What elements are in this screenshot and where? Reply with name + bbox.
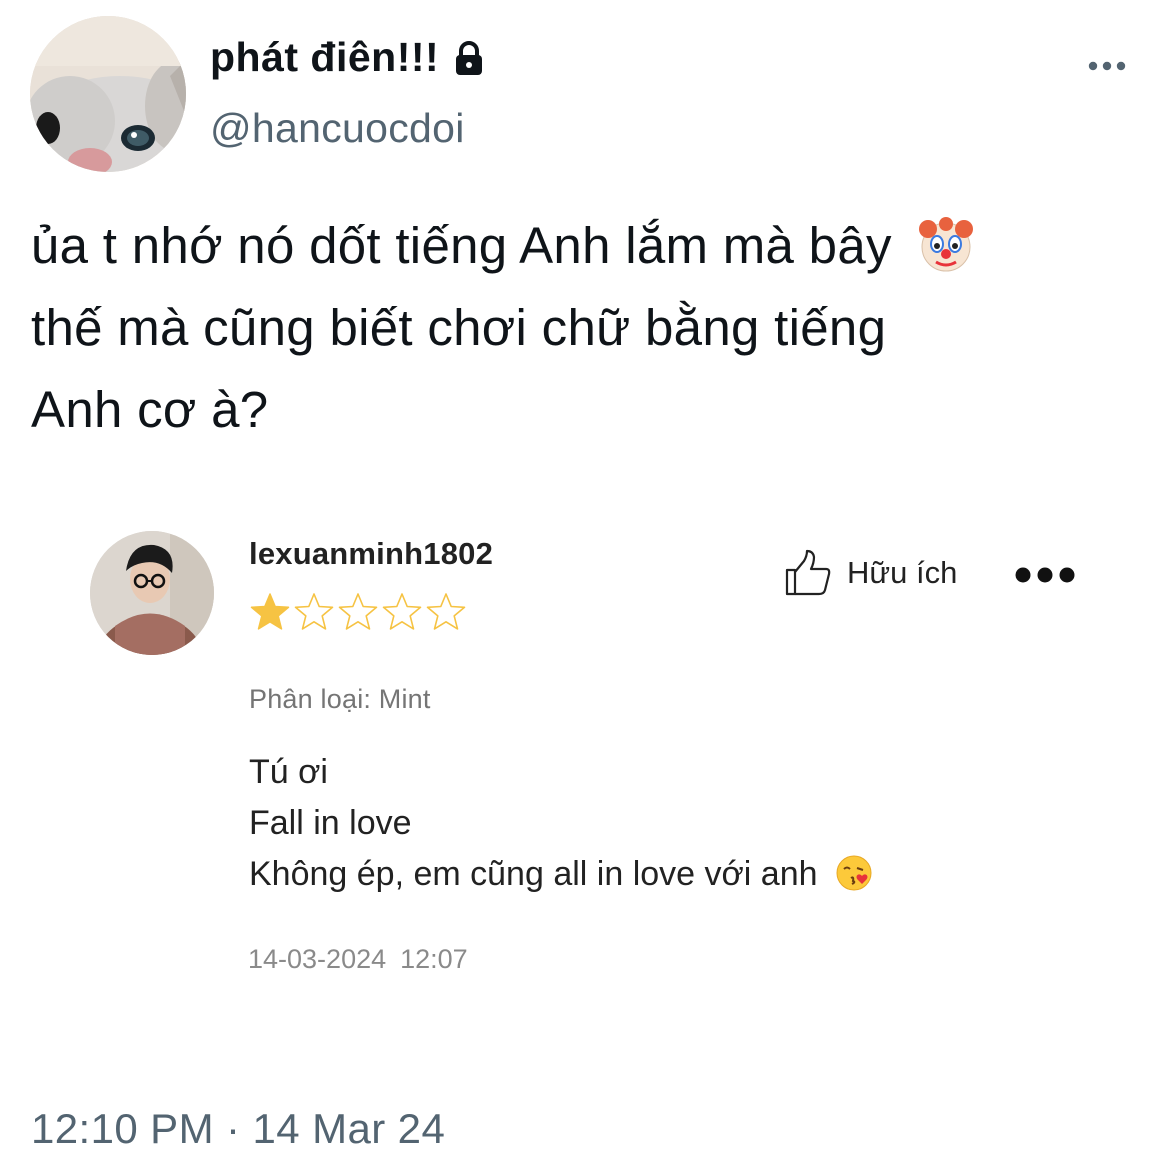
face-blowing-kiss-emoji bbox=[836, 855, 872, 891]
lock-icon bbox=[456, 40, 483, 75]
review-datetime: 14-03-2024 12:07 bbox=[248, 944, 468, 975]
star-empty-icon bbox=[382, 593, 422, 630]
star-filled-icon bbox=[250, 593, 290, 630]
review-body: Tú ơi Fall in love Không ép, em cũng all… bbox=[249, 747, 873, 900]
helpful-button: Hữu ích bbox=[783, 548, 957, 598]
cat-avatar-image bbox=[30, 16, 186, 172]
helpful-label: Hữu ích bbox=[847, 555, 958, 590]
reviewer-avatar-image bbox=[90, 531, 214, 655]
review-body-line-3: Không ép, em cũng all in love với anh bbox=[249, 849, 873, 900]
tweet-text-line-1: ủa t nhớ nó dốt tiếng Anh lắm mà bây bbox=[31, 205, 1151, 287]
review-variant: Phân loại: Mint bbox=[249, 684, 431, 714]
clown-face-emoji bbox=[919, 216, 974, 272]
review-avatar bbox=[90, 531, 214, 655]
tweet-text: ủa t nhớ nó dốt tiếng Anh lắm mà bây thế… bbox=[31, 205, 1151, 451]
review-username: lexuanminh1802 bbox=[249, 536, 494, 571]
review-body-line-1: Tú ơi bbox=[249, 753, 328, 791]
display-name-row[interactable]: phát điên!!! bbox=[210, 34, 489, 81]
review-body-line-2: Fall in love bbox=[249, 804, 412, 842]
star-empty-icon bbox=[426, 593, 466, 630]
review-date: 14-03-2024 bbox=[248, 944, 387, 974]
thumbs-up-icon bbox=[785, 549, 831, 596]
author-avatar[interactable] bbox=[30, 16, 186, 172]
star-empty-icon bbox=[294, 593, 334, 630]
author-handle[interactable]: @hancuocdoi bbox=[210, 105, 465, 152]
review-time: 12:07 bbox=[400, 944, 468, 974]
star-empty-icon bbox=[338, 593, 378, 630]
more-horizontal-icon[interactable] bbox=[1086, 54, 1128, 78]
star-rating bbox=[249, 591, 467, 633]
tweet-text-line-2: thế mà cũng biết chơi chữ bằng tiếng bbox=[31, 299, 887, 356]
more-horizontal-icon bbox=[1015, 567, 1075, 583]
tweet-text-line-3: Anh cơ à? bbox=[31, 381, 269, 438]
display-name[interactable]: phát điên!!! bbox=[210, 34, 439, 81]
tweet-timestamp[interactable]: 12:10 PM · 14 Mar 24 bbox=[31, 1105, 445, 1153]
